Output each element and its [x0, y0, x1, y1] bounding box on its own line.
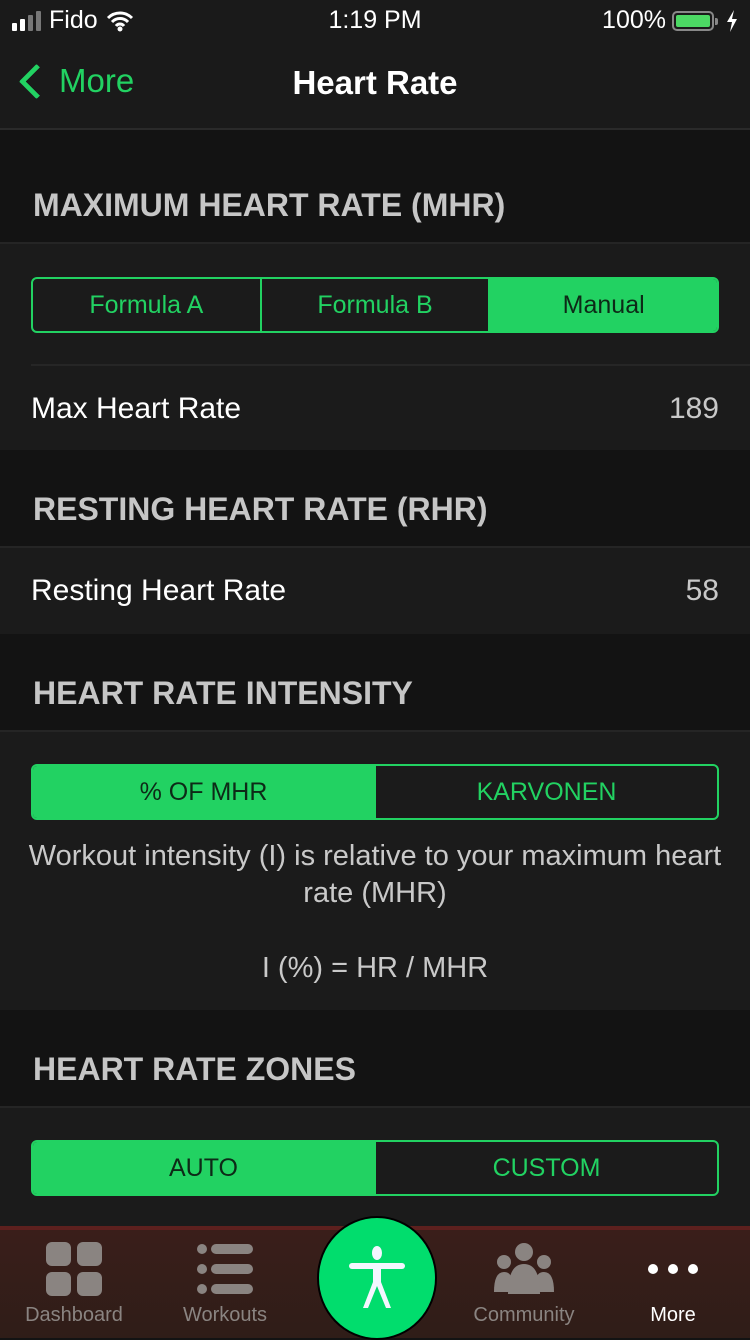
tab-more[interactable]: More — [603, 1242, 743, 1327]
resting-heart-rate-row[interactable]: Resting Heart Rate 58 — [31, 548, 719, 634]
max-heart-rate-value: 189 — [668, 392, 719, 425]
tab-dashboard[interactable]: Dashboard — [4, 1242, 144, 1327]
segment-manual[interactable]: Manual — [488, 279, 717, 331]
status-bar: Fido 1:19 PM 100% — [0, 0, 750, 40]
intensity-description: Workout intensity (I) is relative to you… — [28, 840, 722, 909]
battery-percent: 100% — [602, 6, 666, 34]
zones-segmented-control: AUTO CUSTOM — [31, 1140, 719, 1196]
segment-custom[interactable]: CUSTOM — [374, 1142, 717, 1194]
start-workout-button[interactable] — [317, 1216, 437, 1340]
segment-karvonen[interactable]: KARVONEN — [374, 766, 717, 818]
tab-workouts[interactable]: Workouts — [155, 1242, 295, 1327]
max-heart-rate-label: Max Heart Rate — [31, 392, 242, 425]
group-icon — [494, 1243, 554, 1294]
resting-heart-rate-value: 58 — [685, 574, 719, 607]
section-header-intensity: HEART RATE INTENSITY — [0, 634, 750, 730]
more-icon — [648, 1264, 698, 1274]
page-title: Heart Rate — [292, 64, 458, 101]
segment-auto[interactable]: AUTO — [33, 1142, 374, 1194]
rhr-cell: Resting Heart Rate 58 — [0, 546, 750, 636]
tab-label: More — [650, 1304, 696, 1326]
navigation-bar: More Heart Rate — [0, 40, 750, 130]
mhr-cell: Formula A Formula B Manual Max Heart Rat… — [0, 242, 750, 452]
section-header-mhr: MAXIMUM HEART RATE (MHR) — [0, 130, 750, 242]
segment-formula-a[interactable]: Formula A — [33, 279, 260, 331]
person-icon — [349, 1246, 405, 1308]
max-heart-rate-row[interactable]: Max Heart Rate 189 — [31, 366, 719, 452]
intensity-cell: % OF MHR KARVONEN Workout intensity (I) … — [0, 730, 750, 1012]
grid-icon — [46, 1242, 102, 1296]
intensity-segmented-control: % OF MHR KARVONEN — [31, 764, 719, 820]
segment-formula-b[interactable]: Formula B — [259, 279, 489, 331]
tab-label: Community — [473, 1304, 575, 1326]
tab-community[interactable]: Community — [454, 1242, 594, 1327]
battery-icon — [672, 10, 718, 31]
charging-icon — [727, 9, 737, 32]
segment-percent-mhr[interactable]: % OF MHR — [33, 766, 374, 818]
tab-label: Workouts — [182, 1304, 268, 1326]
section-header-rhr: RESTING HEART RATE (RHR) — [0, 450, 750, 546]
intensity-formula: I (%) = HR / MHR — [261, 952, 489, 984]
resting-heart-rate-label: Resting Heart Rate — [31, 574, 287, 607]
mhr-segmented-control: Formula A Formula B Manual — [31, 277, 719, 333]
list-icon — [197, 1244, 253, 1294]
section-header-zones: HEART RATE ZONES — [0, 1010, 750, 1106]
tab-label: Dashboard — [25, 1304, 123, 1326]
